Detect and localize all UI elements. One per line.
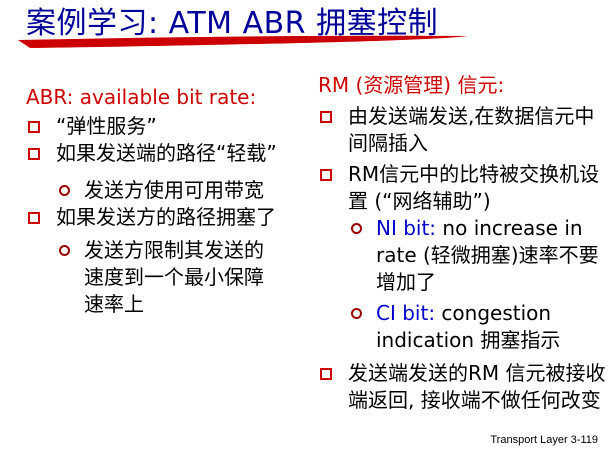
bullet-item: 如果发送方的路径拥塞了 [26, 204, 296, 231]
item-text: 如果发送方的路径拥塞了 [56, 205, 276, 229]
square-bullet-icon [28, 148, 40, 160]
sub-item-ni: NI bit: no increase in rate (轻微拥塞)速率不要增加… [318, 215, 608, 296]
item-text: RM信元中的比特被交换机设置 (“网络辅助”) [348, 162, 600, 213]
square-bullet-icon [320, 169, 332, 181]
sub-item: 发送方使用可用带宽 [26, 177, 296, 204]
abr-heading: ABR: available bit rate: [26, 85, 257, 109]
slide-footer: Transport Layer 3-119 [490, 434, 598, 446]
ci-bit-label: CI bit: [376, 301, 436, 325]
bullet-item: 由发送端发送,在数据信元中间隔插入 [318, 103, 608, 157]
square-bullet-icon [320, 111, 332, 123]
item-text: “弹性服务” [56, 114, 157, 138]
ni-bit-label: NI bit: [376, 216, 437, 240]
rm-heading: RM (资源管理) 信元: [318, 73, 505, 97]
bullet-item: 发送端发送的RM 信元被接收端返回, 接收端不做任何改变 [318, 360, 608, 414]
circle-bullet-icon [351, 223, 362, 234]
sub-item-text: 发送方限制其发送的速度到一个最小保障速率上 [84, 238, 264, 316]
bullet-item: 如果发送端的路径“轻载” [26, 140, 296, 167]
circle-bullet-icon [59, 245, 70, 256]
title-underline [18, 35, 468, 48]
slide: 案例学习: ATM ABR 拥塞控制 ABR: available bit ra… [0, 0, 608, 451]
item-text: 由发送端发送,在数据信元中间隔插入 [348, 104, 595, 155]
sub-item-text: 发送方使用可用带宽 [84, 178, 264, 202]
square-bullet-icon [28, 212, 40, 224]
circle-bullet-icon [351, 308, 362, 319]
item-text: 如果发送端的路径“轻载” [56, 141, 277, 165]
sub-item-ci: CI bit: congestion indication 拥塞指示 [318, 300, 608, 354]
item-text: 发送端发送的RM 信元被接收端返回, 接收端不做任何改变 [348, 361, 606, 412]
left-column: ABR: available bit rate: “弹性服务” 如果发送端的路径… [26, 84, 296, 318]
square-bullet-icon [320, 368, 332, 380]
sub-item: 发送方限制其发送的速度到一个最小保障速率上 [26, 237, 280, 318]
square-bullet-icon [28, 121, 40, 133]
bullet-item: “弹性服务” [26, 113, 296, 140]
right-column: RM (资源管理) 信元: 由发送端发送,在数据信元中间隔插入 RM信元中的比特… [318, 72, 608, 414]
bullet-item: RM信元中的比特被交换机设置 (“网络辅助”) [318, 161, 608, 215]
circle-bullet-icon [59, 185, 70, 196]
